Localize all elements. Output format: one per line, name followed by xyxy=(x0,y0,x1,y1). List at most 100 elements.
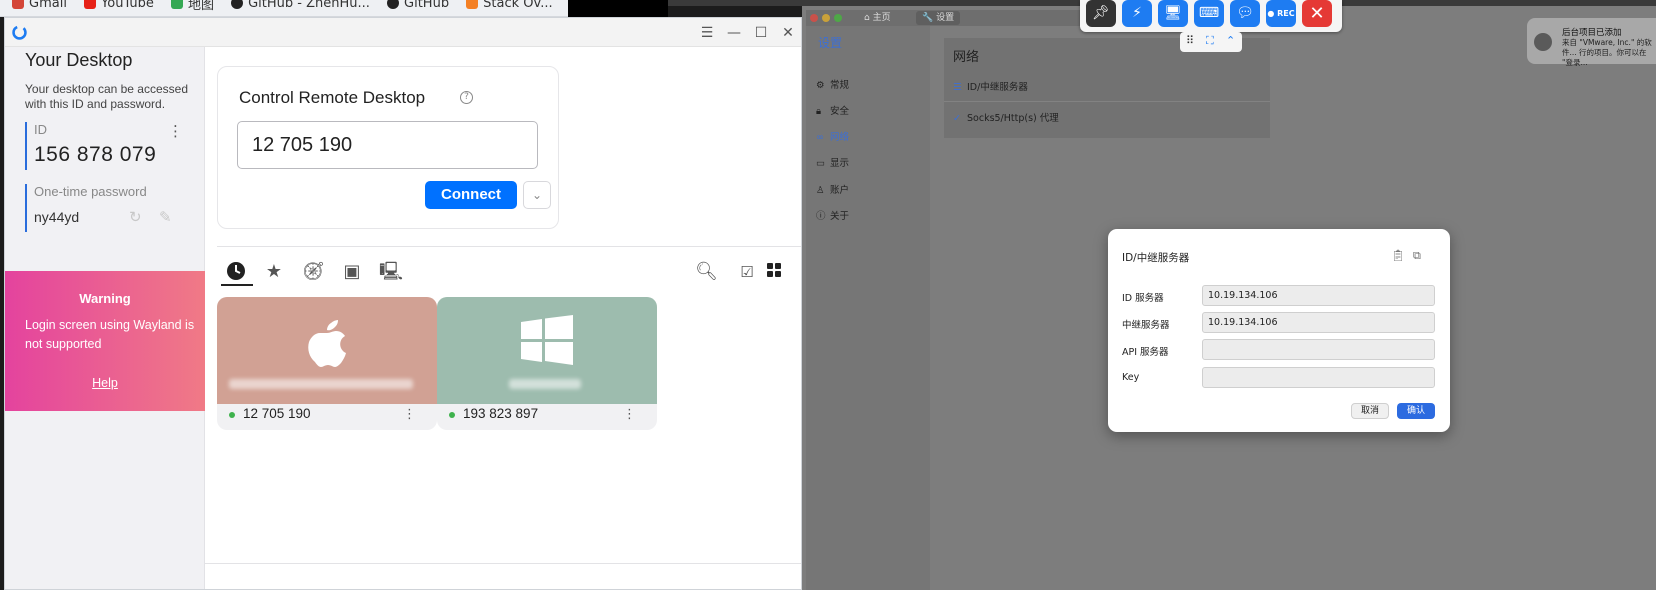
help-link[interactable]: Help xyxy=(5,376,205,390)
cancel-button[interactable]: 取消 xyxy=(1351,403,1389,419)
bookmark-github[interactable]: GitHub xyxy=(387,0,449,12)
warning-title: Warning xyxy=(79,291,131,306)
tab-address-book[interactable]: ▣ xyxy=(341,261,363,283)
sidebar-item-account[interactable]: ♙ 账户 xyxy=(816,184,849,198)
display-button[interactable]: 🖥︎ xyxy=(1158,0,1188,27)
window-titlebar[interactable]: ☰ — ☐ ✕ xyxy=(5,18,801,47)
notification-title: 后台项目已添加 xyxy=(1562,28,1622,38)
password-value[interactable]: ny44yd xyxy=(34,209,79,225)
search-button[interactable]: 🔍︎ xyxy=(695,261,718,283)
password-accent-bar xyxy=(25,184,27,232)
action-button[interactable]: ⚡︎ xyxy=(1122,0,1152,27)
select-button[interactable]: ☑ xyxy=(736,261,758,283)
more-vert-icon[interactable]: ⋮ xyxy=(623,407,636,422)
close-window-button[interactable]: ✕ xyxy=(779,24,797,42)
sidebar-item-network[interactable]: ∞ 网络 xyxy=(816,131,849,145)
sidebar-item-general[interactable]: ⚙ 常规 xyxy=(816,79,849,93)
bookmark-gmail[interactable]: Gmail xyxy=(12,0,67,12)
chat-button[interactable]: 💬︎ xyxy=(1230,0,1260,27)
bookmark-maps[interactable]: 地图 xyxy=(171,0,214,13)
peer-thumbnail xyxy=(217,297,437,404)
desktop: Gmail YouTube 地图 GitHub - ZhenHu... GitH… xyxy=(0,0,1656,590)
dialog-title: ID/中继服务器 xyxy=(1122,252,1190,264)
network-title: 网络 xyxy=(953,50,980,65)
peer-card[interactable]: 193 823 897 ⋮ xyxy=(437,297,657,430)
tab-recent[interactable] xyxy=(225,261,247,283)
close-icon: ✕ xyxy=(1309,3,1325,24)
connect-button[interactable]: Connect xyxy=(425,181,517,209)
remote-id-input[interactable]: 12 705 190 xyxy=(237,121,538,169)
chevron-up-icon[interactable]: ⌃ xyxy=(1226,34,1235,47)
record-icon: ● xyxy=(1267,9,1278,18)
contact-icon: ▣ xyxy=(343,261,361,282)
view-toggle-button[interactable] xyxy=(763,261,785,283)
peer-card[interactable]: 12 705 190 ⋮ xyxy=(217,297,437,430)
refresh-icon[interactable]: ↻ xyxy=(129,208,142,226)
zoom-traffic-light[interactable] xyxy=(834,14,842,22)
copy-icon[interactable]: ⧉ xyxy=(1413,249,1421,263)
tabs-divider xyxy=(217,246,801,247)
network-divider xyxy=(944,101,1270,102)
password-label: One-time password xyxy=(34,184,147,199)
keyboard-button[interactable]: ⌨ xyxy=(1194,0,1224,27)
blurred-username xyxy=(509,379,581,389)
windows-icon xyxy=(521,315,573,365)
display-icon: ▭ xyxy=(816,158,825,169)
network-item-proxy[interactable]: ✓ Socks5/Http(s) 代理 xyxy=(953,110,1059,124)
minimize-button[interactable]: — xyxy=(725,24,743,42)
menu-icon[interactable]: ☰ xyxy=(698,24,716,42)
clock-icon xyxy=(227,262,245,280)
tab-settings[interactable]: 🔧 设置 xyxy=(916,11,961,25)
edit-icon[interactable]: ✎ xyxy=(159,208,172,226)
chevron-down-icon[interactable]: ⌄ xyxy=(523,181,551,209)
home-icon: ⌂ xyxy=(864,13,873,23)
api-server-input[interactable] xyxy=(1202,339,1435,360)
pin-button[interactable]: 📌︎ xyxy=(1086,0,1116,27)
tab-discovered[interactable]: 🧭︎ xyxy=(302,261,325,283)
key-input[interactable] xyxy=(1202,367,1435,388)
tab-home[interactable]: ⌂ 主页 xyxy=(858,11,897,25)
stackoverflow-icon xyxy=(466,0,479,9)
compass-icon: 🧭︎ xyxy=(302,261,325,282)
online-status-dot xyxy=(229,412,235,418)
rustdesk-logo-icon xyxy=(12,25,27,40)
tab-group[interactable]: 🖳 xyxy=(379,261,403,283)
rustdesk-window: ☰ — ☐ ✕ Your Desktop Your desktop can be… xyxy=(4,17,802,590)
confirm-button[interactable]: 确认 xyxy=(1397,403,1435,419)
more-vert-icon[interactable]: ⋮ xyxy=(403,407,416,422)
paste-icon[interactable]: 📋︎ xyxy=(1391,249,1405,262)
background-area xyxy=(568,0,668,17)
github-icon xyxy=(387,0,400,9)
id-server-input[interactable]: 10.19.134.106 xyxy=(1202,285,1435,306)
help-icon[interactable]: ? xyxy=(460,91,473,104)
more-vert-icon[interactable]: ⋮ xyxy=(168,122,183,140)
close-traffic-light[interactable] xyxy=(810,14,818,22)
sidebar-item-about[interactable]: ⓘ 关于 xyxy=(816,210,849,224)
lightning-icon: ⚡︎ xyxy=(1132,5,1142,21)
server-icon: ☰ xyxy=(953,82,962,93)
bookmark-github-zhenhu[interactable]: GitHub - ZhenHu... xyxy=(231,0,370,12)
pin-icon: 📌︎ xyxy=(1092,5,1110,21)
maximize-button[interactable]: ☐ xyxy=(752,24,770,42)
tab-favorites[interactable]: ★ xyxy=(263,261,285,283)
bookmark-youtube[interactable]: YouTube xyxy=(84,0,154,12)
drag-handle-icon[interactable]: ⠿ xyxy=(1186,34,1194,47)
fullscreen-icon[interactable]: ⛶ xyxy=(1206,34,1214,48)
relay-server-input[interactable]: 10.19.134.106 xyxy=(1202,312,1435,333)
minimize-traffic-light[interactable] xyxy=(822,14,830,22)
network-item-id-relay[interactable]: ☰ ID/中继服务器 xyxy=(953,79,1028,93)
wrench-icon: 🔧 xyxy=(922,13,937,23)
sidebar-item-security[interactable]: 🔒︎ 安全 xyxy=(816,105,849,119)
record-button[interactable]: ● REC xyxy=(1266,0,1296,27)
search-icon: 🔍︎ xyxy=(695,261,718,282)
lock-icon: 🔒︎ xyxy=(816,106,822,117)
id-value[interactable]: 156 878 079 xyxy=(34,143,156,167)
bookmark-stackoverflow[interactable]: Stack Ov... xyxy=(466,0,553,12)
key-label: Key xyxy=(1122,372,1140,383)
close-button[interactable]: ✕ xyxy=(1302,0,1332,27)
proxy-icon: ✓ xyxy=(953,113,961,124)
checkbox-icon: ☑ xyxy=(740,263,754,281)
id-accent-bar xyxy=(25,122,27,170)
grid-icon xyxy=(767,263,781,277)
sidebar-item-display[interactable]: ▭ 显示 xyxy=(816,157,849,171)
